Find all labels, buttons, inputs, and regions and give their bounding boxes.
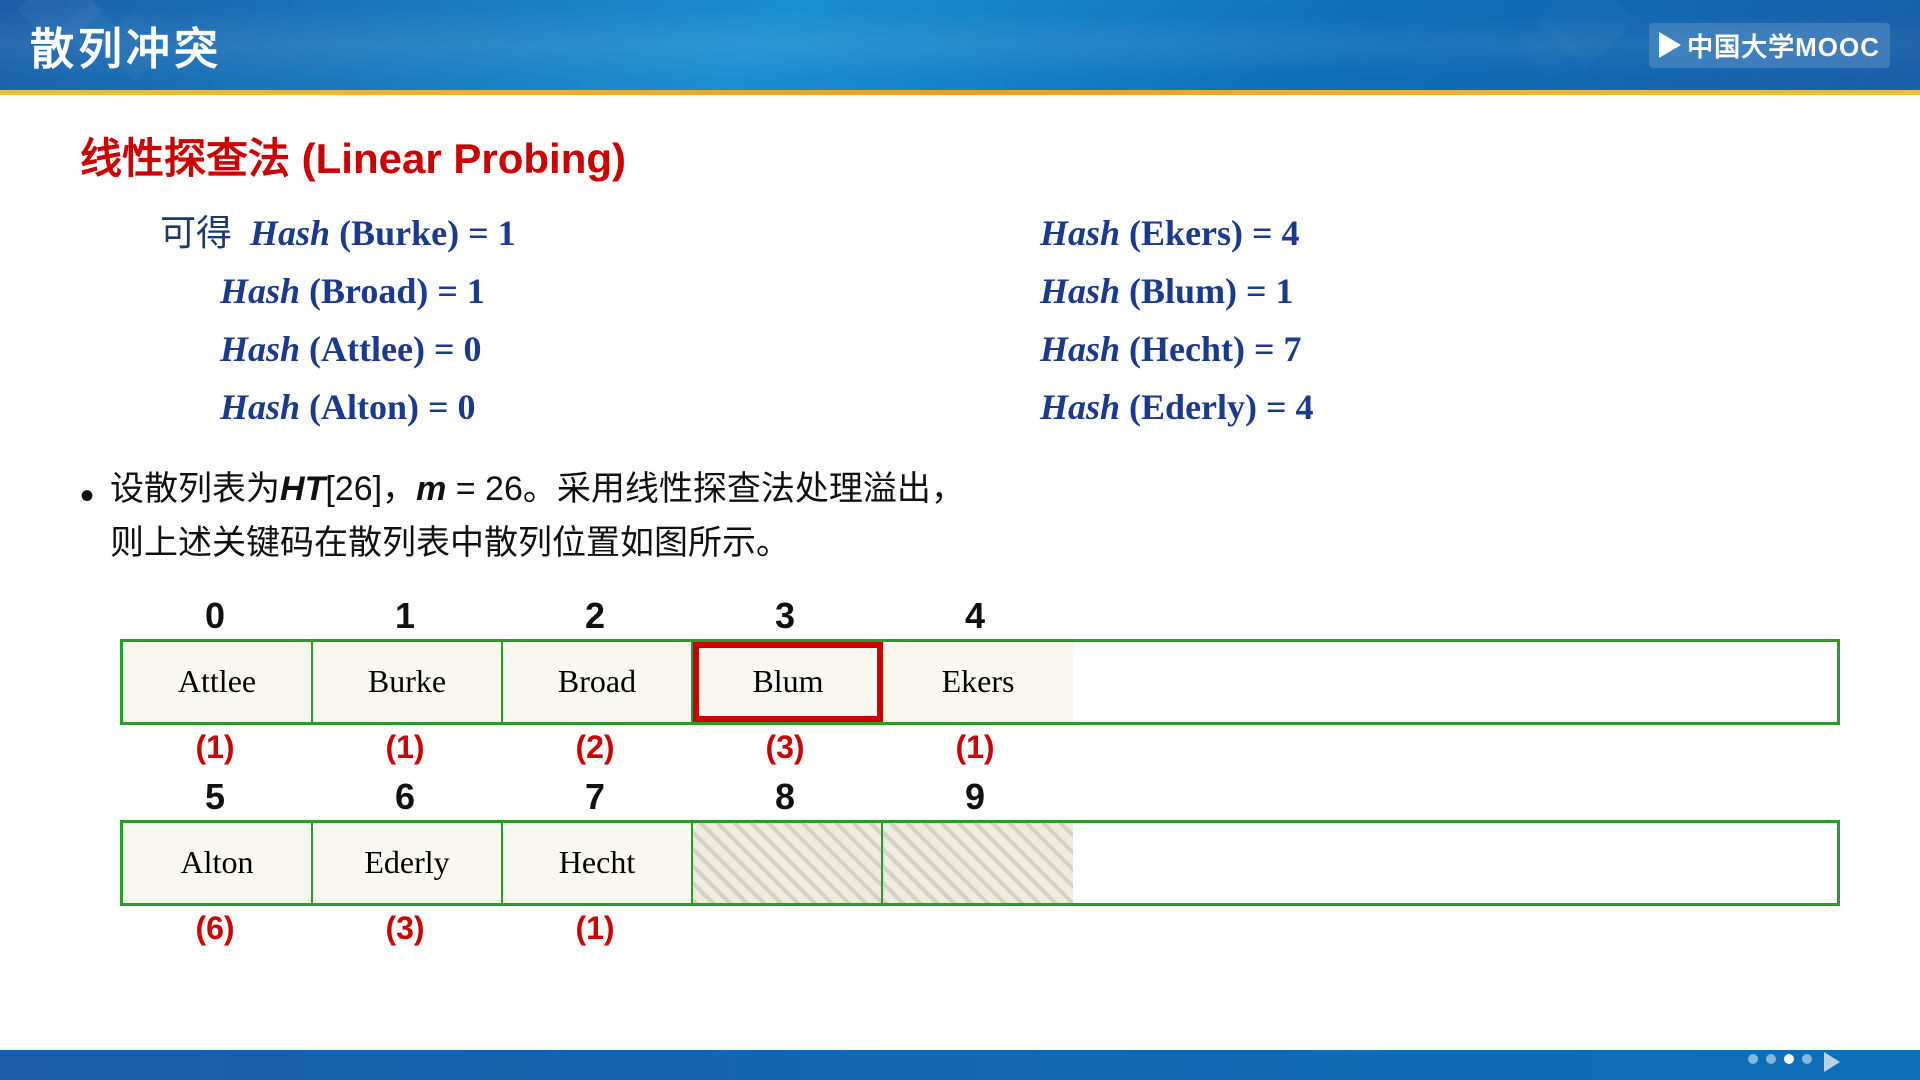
footer-arrow: [1824, 1052, 1840, 1072]
formula-row-4-left: Hash (Alton) = 0: [220, 380, 960, 434]
col-header-1: 1: [310, 595, 500, 637]
cell-hecht: Hecht: [503, 823, 693, 903]
footer-dot-3: [1784, 1054, 1794, 1064]
probe-3: (3): [690, 729, 880, 766]
probe-7: (1): [500, 910, 690, 947]
col-header-0: 0: [120, 595, 310, 637]
cell-empty-9: [883, 823, 1073, 903]
table2-col-headers: 5 6 7 8 9: [120, 776, 1840, 818]
section-title: 线性探查法 (Linear Probing): [80, 125, 1840, 186]
formula-row-1-left: 可得 Hash (Burke) = 1: [160, 206, 960, 260]
footer-dots: [1748, 1054, 1840, 1072]
logo-text: 中国大学MOOC: [1687, 27, 1880, 64]
table2-wrapper: 5 6 7 8 9 Alton Ederly Hecht (6) (3) (1): [120, 776, 1840, 947]
col-header-5: 5: [120, 776, 310, 818]
footer-dot-4: [1802, 1054, 1812, 1064]
indent-label: 可得: [160, 213, 250, 253]
mooc-logo: 中国大学MOOC: [1649, 23, 1890, 68]
main-content: 线性探查法 (Linear Probing) 可得 Hash (Burke) =…: [0, 95, 1920, 977]
bullet-dot: •: [80, 464, 94, 528]
formulas-grid: 可得 Hash (Burke) = 1 Hash (Ekers) = 4 Has…: [160, 206, 1840, 434]
bullet-section: • 设散列表为HT[26]，m = 26。采用线性探查法处理溢出，则上述关键码在…: [80, 462, 1840, 571]
formula-row-3-left: Hash (Attlee) = 0: [220, 322, 960, 376]
table-section-1: 0 1 2 3 4 Attlee Burke Broad Blum Ekers …: [120, 595, 1840, 766]
formula-row-2-left: Hash (Broad) = 1: [220, 264, 960, 318]
formula-row-1-right: Hash (Ekers) = 4: [1040, 206, 1840, 260]
table-section-2: 5 6 7 8 9 Alton Ederly Hecht (6) (3) (1): [120, 776, 1840, 947]
hash-table-1: Attlee Burke Broad Blum Ekers: [120, 639, 1840, 725]
col-header-4: 4: [880, 595, 1070, 637]
cell-ederly: Ederly: [313, 823, 503, 903]
bullet-content: 设散列表为HT[26]，m = 26。采用线性探查法处理溢出，则上述关键码在散列…: [110, 462, 965, 571]
probe-0: (1): [120, 729, 310, 766]
footer: [0, 1050, 1920, 1080]
col-header-9: 9: [880, 776, 1070, 818]
table1-col-headers: 0 1 2 3 4: [120, 595, 1840, 637]
formula-row-4-right: Hash (Ederly) = 4: [1040, 380, 1840, 434]
page-title: 散列冲突: [30, 13, 222, 77]
col-header-7: 7: [500, 776, 690, 818]
footer-dot-1: [1748, 1054, 1758, 1064]
cell-ekers: Ekers: [883, 642, 1073, 722]
hash-table-2: Alton Ederly Hecht: [120, 820, 1840, 906]
probe-1: (1): [310, 729, 500, 766]
footer-dot-2: [1766, 1054, 1776, 1064]
col-header-8: 8: [690, 776, 880, 818]
section-title-text: 线性探查法 (Linear Probing): [80, 135, 626, 182]
cell-empty-8: [693, 823, 883, 903]
probe-counts-1: (1) (1) (2) (3) (1): [120, 729, 1840, 766]
col-header-6: 6: [310, 776, 500, 818]
probe-6: (3): [310, 910, 500, 947]
cell-burke: Burke: [313, 642, 503, 722]
header: 散列冲突 中国大学MOOC: [0, 0, 1920, 90]
cell-blum: Blum: [693, 642, 883, 722]
formula-row-3-right: Hash (Hecht) = 7: [1040, 322, 1840, 376]
probe-5: (6): [120, 910, 310, 947]
probe-4: (1): [880, 729, 1070, 766]
cell-broad: Broad: [503, 642, 693, 722]
logo-triangle: [1659, 32, 1681, 58]
col-header-2: 2: [500, 595, 690, 637]
probe-counts-2: (6) (3) (1): [120, 910, 1840, 947]
cell-alton: Alton: [123, 823, 313, 903]
formula-row-2-right: Hash (Blum) = 1: [1040, 264, 1840, 318]
col-header-3: 3: [690, 595, 880, 637]
table1-wrapper: 0 1 2 3 4 Attlee Burke Broad Blum Ekers …: [120, 595, 1840, 766]
cell-attlee: Attlee: [123, 642, 313, 722]
probe-2: (2): [500, 729, 690, 766]
